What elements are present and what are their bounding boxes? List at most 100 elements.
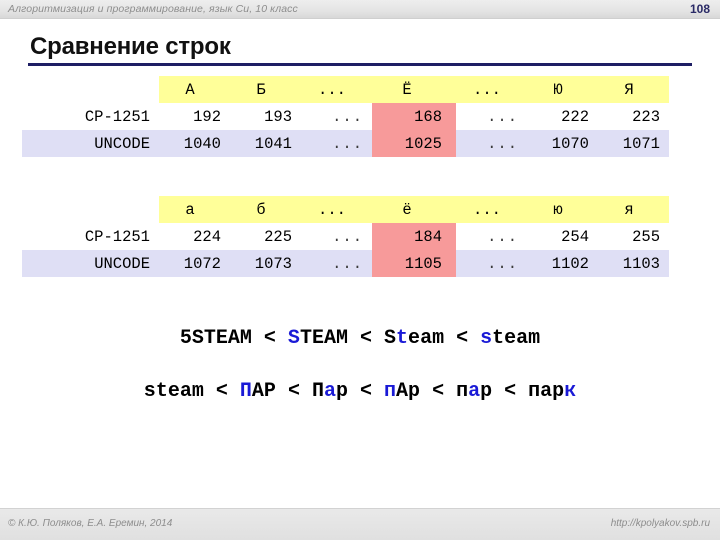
table-header-row: А Б ... Ё ... Ю Я xyxy=(22,76,669,103)
column-header: ... xyxy=(456,76,527,103)
comparison-accent-char: к xyxy=(564,380,577,403)
comparison-accent-char: а xyxy=(468,380,481,403)
column-header: Ю xyxy=(527,76,598,103)
table-cell: 193 xyxy=(230,103,301,130)
comparison-char: e xyxy=(167,380,180,403)
table-cell: 255 xyxy=(598,223,669,250)
comparison-char: M xyxy=(335,327,348,350)
column-header: б xyxy=(230,196,301,223)
column-header: А xyxy=(159,76,230,103)
comparison-char: t xyxy=(155,380,168,403)
comparison-char: a xyxy=(420,327,433,350)
slide-header-band: Алгоритмизация и программирование, язык … xyxy=(0,0,720,19)
comparison-term: пар xyxy=(456,380,492,403)
table-cell-ellipsis: ... xyxy=(456,130,527,157)
table-cell: 1072 xyxy=(159,250,230,277)
comparison-char: E xyxy=(311,327,324,350)
comparison-char: m xyxy=(432,327,445,350)
column-header-highlighted: Ё xyxy=(372,76,456,103)
comparison-operator: < xyxy=(420,380,457,403)
column-header: я xyxy=(598,196,669,223)
comparison-char: M xyxy=(239,327,252,350)
comparison-char: a xyxy=(179,380,192,403)
comparison-char: a xyxy=(516,327,529,350)
comparison-operator: < xyxy=(203,380,240,403)
lowercase-encoding-table: а б ... ё ... ю я CP-1251 224 225 ... 18… xyxy=(22,196,669,277)
table-cell-ellipsis: ... xyxy=(301,130,372,157)
table-cell: 224 xyxy=(159,223,230,250)
comparison-term: пАр xyxy=(384,380,420,403)
table-cell: 222 xyxy=(527,103,598,130)
column-header: ... xyxy=(301,196,372,223)
column-header: Б xyxy=(230,76,301,103)
table-row: CP-1251 224 225 ... 184 ... 254 255 xyxy=(22,223,669,250)
column-header: ... xyxy=(301,76,372,103)
comparison-char: S xyxy=(384,327,397,350)
slide-footer-band: © К.Ю. Поляков, Е.А. Еремин, 2014 http:/… xyxy=(0,508,720,540)
copyright-text: © К.Ю. Поляков, Е.А. Еремин, 2014 xyxy=(8,518,173,529)
source-url: http://kpolyakov.spb.ru xyxy=(610,518,710,529)
table-cell: 1103 xyxy=(598,250,669,277)
slide-page-number: 108 xyxy=(689,2,710,16)
table-cell: 1070 xyxy=(527,130,598,157)
comparison-char: П xyxy=(311,380,324,403)
comparison-char: А xyxy=(396,380,409,403)
comparison-operator: < xyxy=(251,327,288,350)
comparison-term: 5STEAM xyxy=(180,327,252,350)
comparison-char: T xyxy=(299,327,312,350)
comparison-char: e xyxy=(504,327,517,350)
column-header: ю xyxy=(527,196,598,223)
header-corner-cell xyxy=(22,76,159,103)
column-header: ... xyxy=(456,196,527,223)
comparison-accent-char: S xyxy=(287,327,300,350)
comparison-operator: < xyxy=(492,380,529,403)
comparison-char: р xyxy=(408,380,421,403)
page-title: Сравнение строк xyxy=(30,33,231,60)
table-cell-ellipsis: ... xyxy=(456,250,527,277)
comparison-char: п xyxy=(528,380,541,403)
comparison-accent-char: а xyxy=(323,380,336,403)
comparison-char: р xyxy=(480,380,493,403)
comparison-char: m xyxy=(528,327,541,350)
comparison-operator: < xyxy=(348,380,385,403)
table-row: CP-1251 192 193 ... 168 ... 222 223 xyxy=(22,103,669,130)
comparison-line-uppercase: 5STEAM < STEAM < Steam < steam xyxy=(0,327,720,350)
row-label: UNCODE xyxy=(22,130,159,157)
comparison-operator: < xyxy=(275,380,312,403)
table-cell-highlighted: 1025 xyxy=(372,130,456,157)
table-cell-ellipsis: ... xyxy=(301,223,372,250)
comparison-accent-char: п xyxy=(384,380,397,403)
table-row: UNCODE 1040 1041 ... 1025 ... 1070 1071 xyxy=(22,130,669,157)
comparison-char: р xyxy=(552,380,565,403)
comparison-term: парк xyxy=(528,380,576,403)
comparison-accent-char: П xyxy=(239,380,252,403)
row-label: UNCODE xyxy=(22,250,159,277)
table-cell-ellipsis: ... xyxy=(456,223,527,250)
table-cell-ellipsis: ... xyxy=(456,103,527,130)
title-underline-rule xyxy=(28,63,692,66)
row-label: CP-1251 xyxy=(84,107,150,126)
row-label: CP-1251 xyxy=(84,227,150,246)
comparison-char: m xyxy=(191,380,204,403)
comparison-operator: < xyxy=(444,327,481,350)
comparison-char: t xyxy=(492,327,505,350)
table-cell: 1071 xyxy=(598,130,669,157)
comparison-char: п xyxy=(456,380,469,403)
comparison-char: s xyxy=(143,380,156,403)
table-cell: 225 xyxy=(230,223,301,250)
table-cell: 1041 xyxy=(230,130,301,157)
comparison-accent-char: t xyxy=(396,327,409,350)
comparison-char: A xyxy=(227,327,240,350)
comparison-term: ПАР xyxy=(240,380,276,403)
comparison-accent-char: s xyxy=(480,327,493,350)
comparison-term: Пар xyxy=(312,380,348,403)
header-corner-cell xyxy=(22,196,159,223)
comparison-char: А xyxy=(251,380,264,403)
table-cell-ellipsis: ... xyxy=(301,103,372,130)
column-header: а xyxy=(159,196,230,223)
table-cell: 192 xyxy=(159,103,230,130)
table-header-row: а б ... ё ... ю я xyxy=(22,196,669,223)
comparison-term: Steam xyxy=(384,327,444,350)
comparison-term: steam xyxy=(144,380,204,403)
table-row: UNCODE 1072 1073 ... 1105 ... 1102 1103 xyxy=(22,250,669,277)
